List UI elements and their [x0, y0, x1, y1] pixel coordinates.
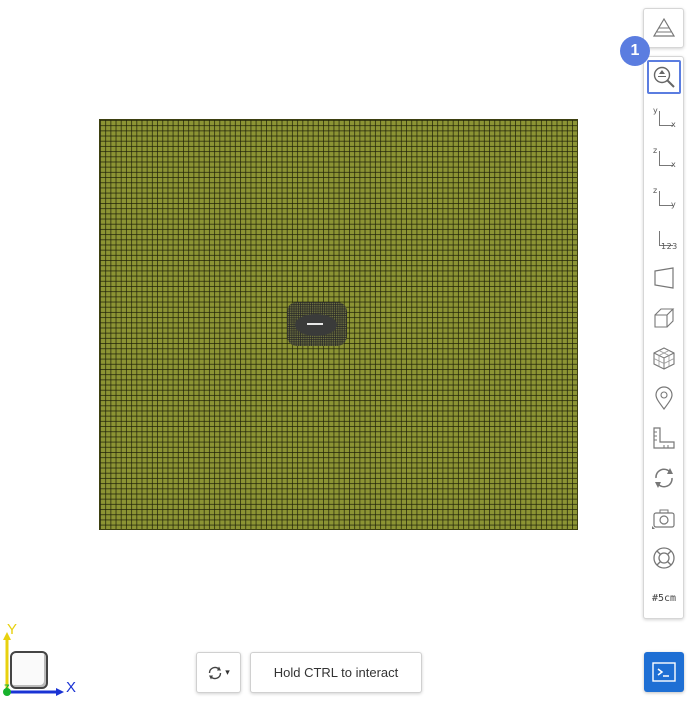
view-top-button[interactable] [647, 11, 681, 45]
box-view-button[interactable] [647, 301, 681, 335]
axis-label-z: z [653, 146, 658, 155]
perspective-plane-icon [654, 267, 674, 289]
rotate-icon [655, 468, 673, 488]
view-top-icon [652, 17, 676, 37]
axis-label-123: 123 [661, 242, 678, 251]
cube-grid-button[interactable] [647, 341, 681, 375]
hold-ctrl-button[interactable]: Hold CTRL to interact [250, 652, 422, 693]
toolbar-top-group [643, 8, 684, 48]
step-badge: 1 [620, 36, 650, 66]
ruler-icon [653, 427, 675, 449]
rotate-view-button[interactable] [647, 461, 681, 495]
axis-z-label: Z [4, 683, 10, 693]
view-123-button[interactable]: 123 [647, 221, 681, 255]
axis-label-x: x [671, 160, 676, 169]
view-cube[interactable] [10, 651, 48, 689]
camera-icon [652, 509, 675, 529]
terminal-icon [652, 662, 676, 682]
box-outline-icon [654, 308, 675, 328]
axis-y-label: Y [7, 621, 18, 638]
rotate-mode-icon [209, 666, 222, 679]
hole-slit [307, 323, 323, 325]
help-button[interactable] [647, 541, 681, 575]
perspective-button[interactable] [647, 261, 681, 295]
axis-x-label: X [66, 679, 77, 696]
grid-size-label: #5cm [651, 592, 677, 604]
console-button[interactable] [644, 652, 684, 692]
view-toolbar: y x z x z y 123 #5cm [643, 56, 684, 619]
axis-label-x: x [671, 120, 676, 129]
view-zy-button[interactable]: z y [647, 181, 681, 215]
ruler-button[interactable] [647, 421, 681, 455]
view-zx-button[interactable]: z x [647, 141, 681, 175]
axis-triad: Y X Z [0, 620, 90, 705]
grid-size-button[interactable]: #5cm [647, 581, 681, 615]
axis-label-z: z [653, 186, 658, 195]
zoom-fit-icon [653, 66, 675, 88]
chevron-down-icon: ▾ [225, 667, 230, 677]
axis-label-y: y [671, 200, 676, 209]
mesh-hole [295, 314, 337, 336]
view-yx-button[interactable]: y x [647, 101, 681, 135]
lifebuoy-icon [653, 547, 675, 569]
rotate-mode-dropdown[interactable]: ▾ [196, 652, 241, 693]
zoom-fit-button[interactable] [647, 60, 681, 94]
screenshot-button[interactable] [647, 501, 681, 535]
view-123-icon: 123 [651, 225, 677, 251]
view-yx-icon: y x [651, 105, 677, 131]
cube-grid-icon [653, 347, 675, 370]
location-button[interactable] [647, 381, 681, 415]
view-zy-icon: z y [651, 185, 677, 211]
axis-label-y: y [653, 106, 658, 115]
view-zx-icon: z x [651, 145, 677, 171]
location-pin-icon [655, 386, 673, 411]
